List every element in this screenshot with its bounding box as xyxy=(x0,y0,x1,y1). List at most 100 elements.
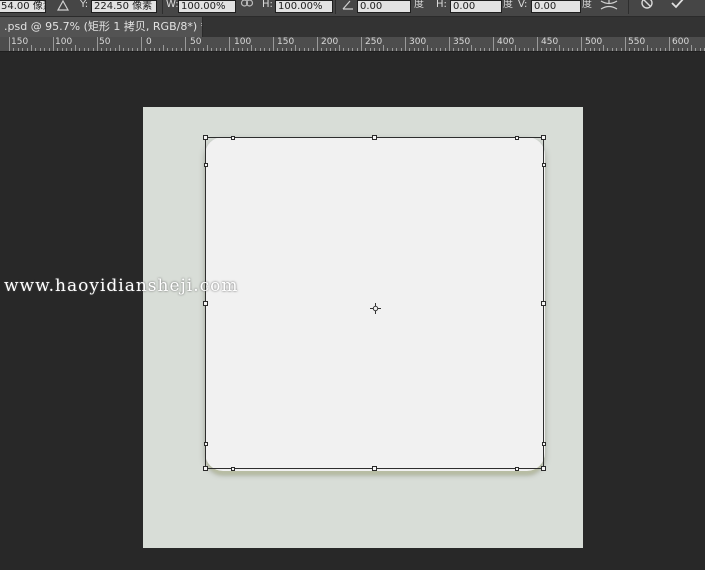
ruler-tick xyxy=(101,48,102,51)
anchor-point[interactable] xyxy=(515,467,519,471)
ruler-label: 50 xyxy=(190,37,202,47)
ruler-tick xyxy=(233,48,234,51)
transform-center-point-icon[interactable] xyxy=(370,299,381,314)
ruler-tick xyxy=(53,37,54,51)
ruler-tick xyxy=(176,48,177,51)
horizontal-ruler[interactable]: 150 100 50 0 50 100 150 200 250 300 350 … xyxy=(0,37,705,52)
ruler-tick xyxy=(93,48,94,51)
ruler-tick xyxy=(480,48,481,51)
anchor-point[interactable] xyxy=(231,467,235,471)
ruler-tick xyxy=(383,45,384,51)
ruler-tick xyxy=(568,48,569,51)
h-label: H: xyxy=(262,0,273,10)
handle-bottom-right[interactable] xyxy=(541,466,546,471)
ruler-tick xyxy=(339,45,340,51)
ruler-tick xyxy=(550,48,551,51)
handle-top-center[interactable] xyxy=(372,135,377,140)
horizontal-skew-field[interactable]: 0.00 xyxy=(450,0,502,13)
ruler-label: 0 xyxy=(146,37,152,47)
ruler-tick xyxy=(321,48,322,51)
ruler-tick xyxy=(282,48,283,51)
ruler-tick xyxy=(475,48,476,51)
ruler-tick xyxy=(304,48,305,51)
ruler-tick xyxy=(9,37,10,51)
vertical-skew-field[interactable]: 0.00 xyxy=(531,0,581,13)
ruler-label: 50 xyxy=(99,37,111,47)
hskew-unit: 度 xyxy=(503,0,513,10)
anchor-point[interactable] xyxy=(231,136,235,140)
x-position-field[interactable]: 54.00 像素 xyxy=(0,0,46,13)
ruler-tick xyxy=(497,48,498,51)
y-position-field[interactable]: 224.50 像素 xyxy=(91,0,157,13)
ruler-tick xyxy=(607,48,608,51)
ruler-tick xyxy=(612,48,613,51)
ruler-tick xyxy=(537,37,538,51)
ruler-tick xyxy=(238,48,239,51)
handle-top-right[interactable] xyxy=(541,135,546,140)
height-field[interactable]: 100.00% xyxy=(275,0,333,13)
ruler-label: 300 xyxy=(409,37,427,47)
handle-bottom-left[interactable] xyxy=(203,466,208,471)
ruler-tick xyxy=(273,37,274,51)
cancel-transform-icon[interactable] xyxy=(639,0,655,16)
ruler-tick xyxy=(317,37,318,51)
ruler-tick xyxy=(198,48,199,51)
ruler-tick xyxy=(489,48,490,51)
ruler-tick xyxy=(603,45,604,51)
document-tab[interactable]: .psd @ 95.7% (矩形 1 拷贝, RGB/8*) * xyxy=(0,17,203,37)
rotate-field[interactable]: 0.00 xyxy=(357,0,411,13)
separator xyxy=(628,0,629,14)
separator xyxy=(162,0,163,14)
ruler-tick xyxy=(387,48,388,51)
handle-middle-left[interactable] xyxy=(203,301,208,306)
link-icon[interactable] xyxy=(240,0,254,16)
ruler-tick xyxy=(115,48,116,51)
anchor-point[interactable] xyxy=(542,442,546,446)
handle-middle-right[interactable] xyxy=(541,301,546,306)
ruler-tick xyxy=(31,45,32,51)
ruler-tick xyxy=(277,48,278,51)
ruler-tick xyxy=(220,48,221,51)
ruler-tick xyxy=(445,48,446,51)
ruler-tick xyxy=(577,48,578,51)
ruler-tick xyxy=(18,48,19,51)
ruler-tick xyxy=(585,48,586,51)
anchor-point[interactable] xyxy=(515,136,519,140)
commit-transform-icon[interactable] xyxy=(670,0,686,16)
ruler-tick xyxy=(207,45,208,51)
ruler-tick xyxy=(264,48,265,51)
ruler-tick xyxy=(352,48,353,51)
ruler-tick xyxy=(313,48,314,51)
ruler-tick xyxy=(541,48,542,51)
ruler-tick xyxy=(286,48,287,51)
width-field[interactable]: 100.00% xyxy=(178,0,236,13)
ruler-tick xyxy=(590,48,591,51)
ruler-tick xyxy=(299,48,300,51)
ruler-tick xyxy=(436,48,437,51)
anchor-point[interactable] xyxy=(204,442,208,446)
ruler-tick xyxy=(71,48,72,51)
ruler-tick xyxy=(431,48,432,51)
ruler-tick xyxy=(194,48,195,51)
ruler-tick xyxy=(502,48,503,51)
ruler-tick xyxy=(511,48,512,51)
relative-position-icon[interactable] xyxy=(56,0,70,16)
ruler-tick xyxy=(251,45,252,51)
ruler-tick xyxy=(651,48,652,51)
ruler-tick xyxy=(405,37,406,51)
ruler-tick xyxy=(471,45,472,51)
ruler-tick xyxy=(559,45,560,51)
ruler-tick xyxy=(379,48,380,51)
anchor-point[interactable] xyxy=(204,163,208,167)
handle-top-left[interactable] xyxy=(203,135,208,140)
handle-bottom-center[interactable] xyxy=(372,466,377,471)
ruler-tick xyxy=(555,48,556,51)
ruler-tick xyxy=(427,45,428,51)
vskew-unit: 度 xyxy=(582,0,592,10)
warp-mode-icon[interactable] xyxy=(599,0,619,16)
document-tab-strip: .psd @ 95.7% (矩形 1 拷贝, RGB/8*) * xyxy=(0,17,705,37)
anchor-point[interactable] xyxy=(542,163,546,167)
ruler-tick xyxy=(132,48,133,51)
ruler-tick xyxy=(66,48,67,51)
ruler-tick xyxy=(621,48,622,51)
